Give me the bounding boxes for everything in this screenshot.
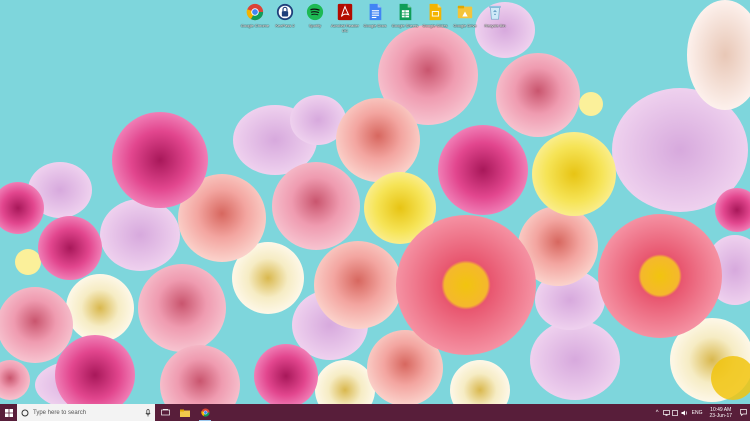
desktop-shortcut-label: Google Sheets: [391, 23, 419, 28]
acrobat-icon: [336, 3, 354, 21]
desktop-shortcut-label: Acrobat Reader DC: [330, 23, 359, 33]
desktop-shortcut-spotify[interactable]: Spotify: [300, 3, 330, 33]
file-explorer-taskbar-button[interactable]: [175, 404, 195, 421]
taskbar: Type here to search ^ ENG 10:49 AM 23-Ju…: [0, 404, 750, 421]
slides-icon: [426, 3, 444, 21]
desktop-shortcut-label: Google Slides: [422, 23, 448, 28]
spotify-icon: [306, 3, 324, 21]
sheets-icon: [396, 3, 414, 21]
action-center-button[interactable]: [736, 404, 750, 421]
task-view-button[interactable]: [155, 404, 175, 421]
desktop-shortcut-acrobat-reader[interactable]: Acrobat Reader DC: [330, 3, 360, 33]
desktop[interactable]: Google Chrome KeePass 2 Spotify Acrobat …: [0, 0, 750, 421]
desktop-shortcut-recycle-bin[interactable]: Recycle Bin: [480, 3, 510, 33]
desktop-shortcut-google-sheets[interactable]: Google Sheets: [390, 3, 420, 33]
keepass-lock-icon: [276, 3, 294, 21]
chrome-icon: [246, 3, 264, 21]
folder-icon: [180, 409, 190, 417]
microphone-icon[interactable]: [145, 408, 151, 417]
desktop-shortcut-keepass[interactable]: KeePass 2: [270, 3, 300, 33]
desktop-shortcut-label: Recycle Bin: [484, 23, 506, 28]
recycle-bin-icon: [486, 3, 504, 21]
start-button[interactable]: [0, 404, 17, 421]
show-hidden-icons-chevron-icon[interactable]: ^: [653, 404, 662, 421]
drive-icon: [456, 3, 474, 21]
desktop-shortcut-label: Spotify: [308, 23, 322, 28]
windows-logo-icon: [4, 408, 13, 417]
flower-wallpaper: [0, 0, 750, 404]
clock-date: 23-Jun-17: [709, 412, 732, 419]
taskbar-search-box[interactable]: Type here to search: [17, 404, 155, 421]
chrome-taskbar-button[interactable]: [195, 404, 215, 421]
task-view-icon: [160, 409, 170, 416]
desktop-shortcut-label: Google Drive: [453, 23, 477, 28]
system-tray: ^ ENG 10:49 AM 23-Jun-17: [653, 404, 750, 421]
desktop-icon-row: Google Chrome KeePass 2 Spotify Acrobat …: [240, 3, 510, 33]
desktop-shortcut-label: KeePass 2: [275, 23, 295, 28]
desktop-shortcut-label: Google Docs: [363, 23, 387, 28]
notification-icon: [739, 409, 747, 416]
desktop-shortcut-google-docs[interactable]: Google Docs: [360, 3, 390, 33]
desktop-shortcut-label: Google Chrome: [240, 23, 270, 28]
desktop-shortcut-google-slides[interactable]: Google Slides: [420, 3, 450, 33]
chrome-icon: [200, 408, 210, 417]
desktop-shortcut-google-drive[interactable]: Google Drive: [450, 3, 480, 33]
input-language-indicator[interactable]: ENG: [689, 410, 706, 416]
docs-icon: [366, 3, 384, 21]
network-icon[interactable]: [662, 404, 671, 421]
desktop-shortcut-google-chrome[interactable]: Google Chrome: [240, 3, 270, 33]
tray-app-icon[interactable]: [671, 404, 680, 421]
taskbar-clock[interactable]: 10:49 AM 23-Jun-17: [705, 407, 736, 419]
cortana-circle-icon: [21, 409, 29, 416]
search-placeholder: Type here to search: [33, 409, 87, 416]
volume-icon[interactable]: [680, 404, 689, 421]
